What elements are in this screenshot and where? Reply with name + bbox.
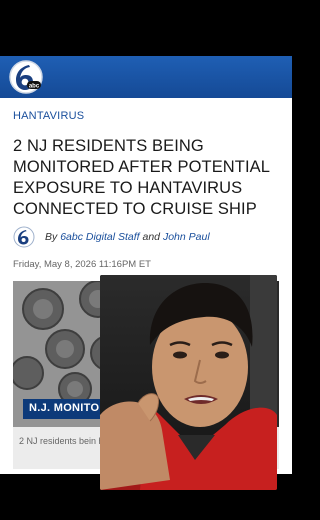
author-link-2[interactable]: John Paul (163, 231, 210, 243)
byline-text: By 6abc Digital Staff and John Paul (45, 231, 210, 243)
svg-text:abc: abc (29, 84, 40, 90)
publish-date: Friday, May 8, 2026 11:16PM ET (13, 259, 151, 270)
top-black-bar (0, 0, 292, 56)
6abc-author-avatar-icon (13, 226, 35, 248)
webcam-overlay (100, 275, 277, 490)
byline-prefix: By (45, 231, 58, 243)
author-link-1[interactable]: 6abc Digital Staff (60, 231, 139, 243)
presenter-face-image (100, 275, 277, 490)
article-headline: 2 NJ RESIDENTS BEING MONITORED AFTER POT… (13, 137, 270, 218)
article-category-link[interactable]: HANTAVIRUS (13, 110, 84, 122)
video-lower-third: N.J. MONITO (23, 399, 106, 419)
byline-conjunction: and (142, 231, 161, 243)
6abc-logo-icon[interactable]: abc (8, 59, 44, 95)
byline: By 6abc Digital Staff and John Paul (13, 226, 210, 248)
